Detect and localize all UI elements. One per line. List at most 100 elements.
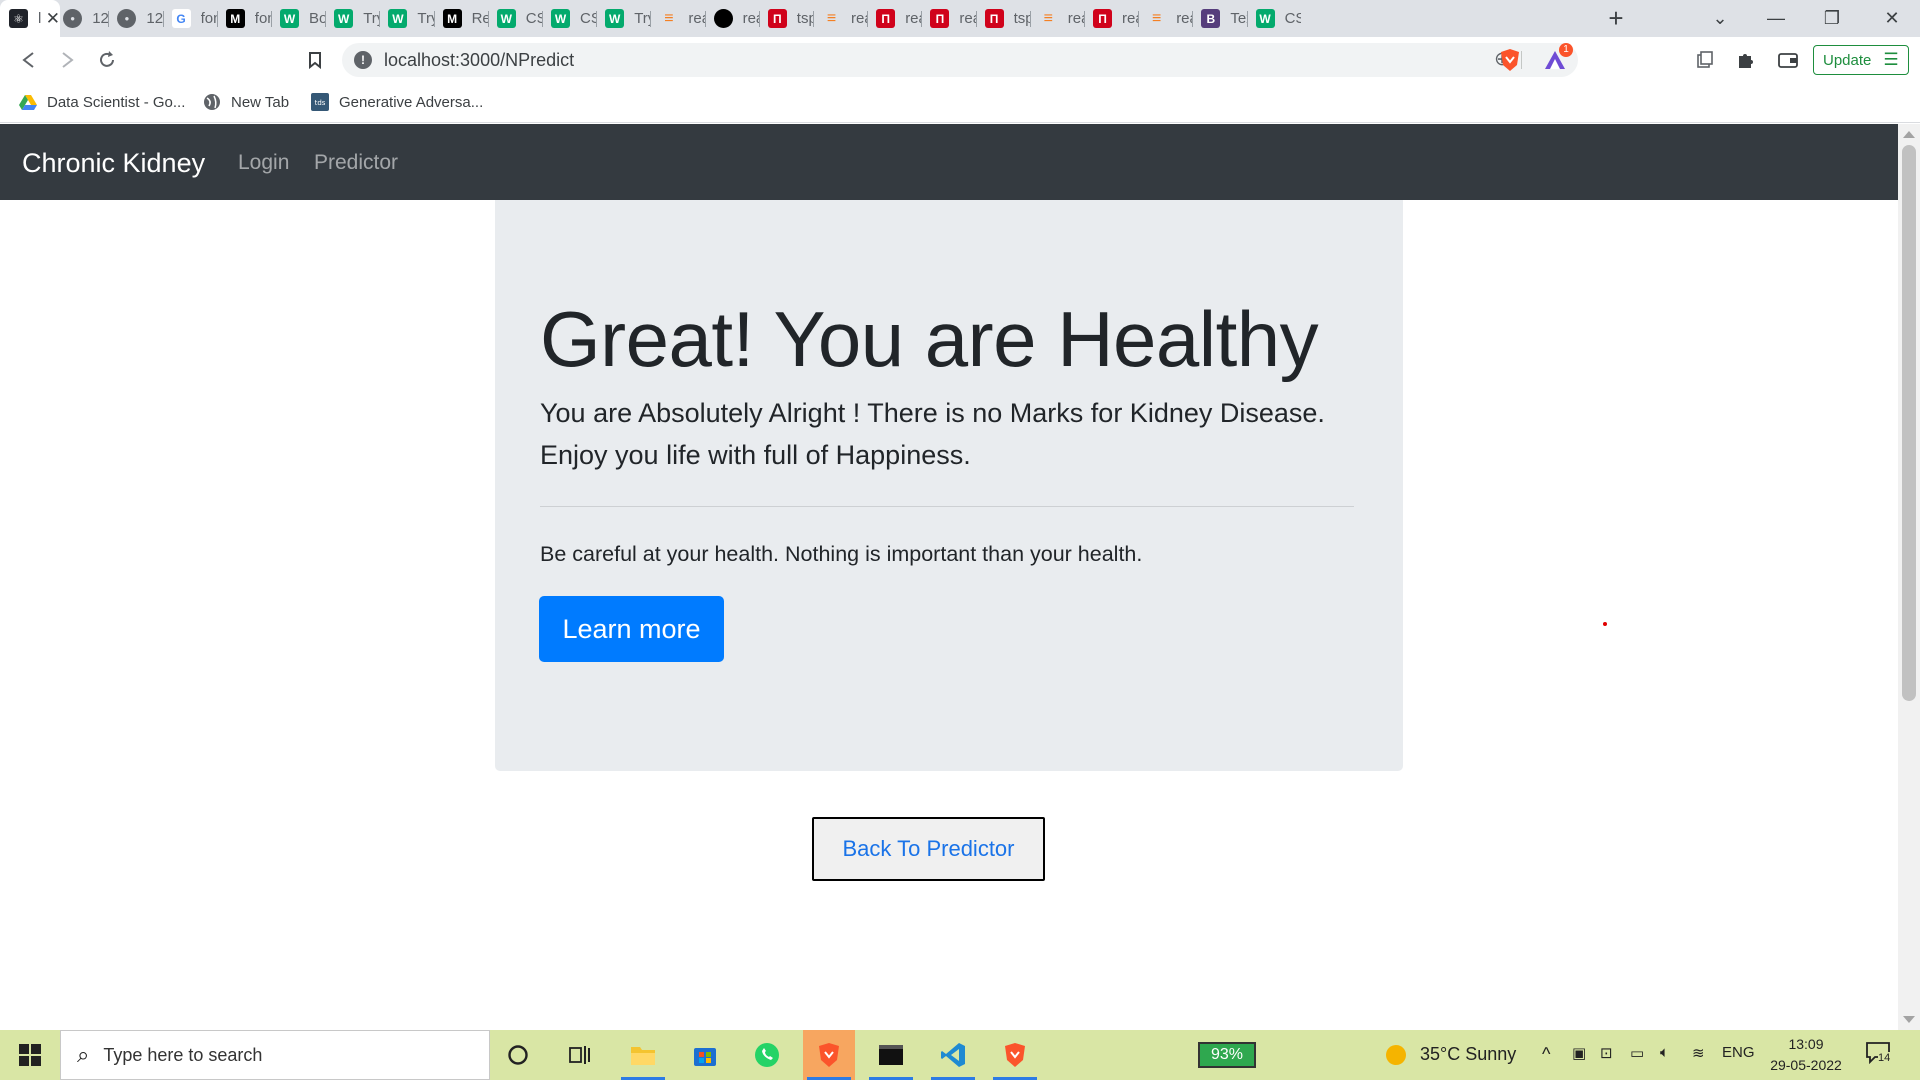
network-adapter-icon[interactable]: ⊡ [1600,1044,1613,1062]
bookmark-data-scientist[interactable]: Data Scientist - Go... [19,93,185,111]
browser-tab[interactable]: ● 127 [54,0,108,37]
battery-indicator[interactable]: 93% [1198,1042,1256,1068]
windows-start-icon[interactable] [0,1030,60,1080]
nav-link-login[interactable]: Login [238,151,289,175]
nav-link-predictor[interactable]: Predictor [314,151,398,175]
browser-tab[interactable]: W CSS [1247,0,1301,37]
chevron-up-icon[interactable]: ^ [1542,1044,1550,1065]
browser-tab[interactable]: ⚛ l ✕ [0,0,60,37]
tab-title: l [38,10,42,27]
notification-center-icon[interactable]: 14 [1866,1042,1892,1066]
brave-shields-icon[interactable] [1497,47,1523,73]
stackoverflow-icon: ≡ [664,9,674,27]
tds-icon: tds [311,93,329,111]
battery-icon[interactable]: ▭ [1630,1044,1644,1062]
stackoverflow-icon: ≡ [1152,9,1162,27]
browser-tab[interactable]: ≡ reac [1030,0,1084,37]
minimize-button[interactable]: — [1748,0,1804,37]
task-view-icon[interactable] [554,1030,606,1080]
browser-tab[interactable]: Пreac [867,0,921,37]
browser-toolbar: ! localhost:3000/NPredict ⊕ 1 Update ☰ [0,37,1920,83]
browser-tab[interactable]: W CSS [488,0,542,37]
wallet-icon[interactable] [1775,47,1801,73]
browser-tab[interactable]: W Tryit [596,0,650,37]
browser-tab[interactable]: ● reac [705,0,759,37]
w3schools-icon: W [334,9,354,28]
microsoft-store-icon[interactable] [679,1030,731,1080]
w3schools-icon: W [1255,9,1275,28]
browser-tab[interactable]: M Resi [434,0,488,37]
terminal-icon[interactable] [865,1030,917,1080]
browser-tab[interactable]: Пtspa [976,0,1030,37]
browser-tab[interactable]: Пreac [1084,0,1138,37]
bookmarks-bar: Data Scientist - Go... New Tab tds Gener… [0,83,1920,123]
reload-icon[interactable] [92,45,122,75]
whatsapp-icon[interactable] [741,1030,793,1080]
brave-browser-taskbar-icon[interactable] [803,1030,855,1080]
browser-tab[interactable]: Пtspa [759,0,813,37]
tab-title: CSS [525,10,542,27]
search-icon: ⌕ [77,1042,90,1067]
tab-title: Resi [471,10,488,27]
svg-text:tds: tds [315,99,326,107]
bookmark-icon[interactable] [300,45,330,75]
browser-tab[interactable]: W Boo [271,0,325,37]
weather-widget[interactable]: 35°C Sunny [1386,1044,1516,1065]
language-indicator[interactable]: ENG [1722,1044,1755,1061]
new-tab-button[interactable]: + [1602,5,1630,33]
forward-icon[interactable] [52,45,82,75]
browser-tab[interactable]: Пreac [921,0,976,37]
browser-tab[interactable]: Gfont [163,0,217,37]
bootstrap-icon: B [1201,9,1221,28]
wifi-icon[interactable]: ≋ [1692,1044,1705,1062]
tab-title: font [254,10,271,27]
close-window-button[interactable]: ✕ [1864,0,1920,37]
browser-tab[interactable]: ● 127 [108,0,163,37]
w3schools-icon: W [280,9,299,28]
page-scrollbar[interactable] [1898,124,1920,1030]
bookmark-new-tab[interactable]: New Tab [203,93,289,111]
scroll-down-icon[interactable] [1903,1016,1915,1023]
browser-tab[interactable]: B Text [1192,0,1247,37]
tab-title: tspa [796,10,813,27]
browser-tab[interactable]: ≡ reac [813,0,867,37]
scrollbar-thumb[interactable] [1902,145,1916,701]
address-bar[interactable]: ! localhost:3000/NPredict ⊕ [342,43,1578,77]
notification-count: 14 [1878,1052,1891,1064]
browser-tab[interactable]: W Tryit [379,0,434,37]
result-advice-text: Be careful at your health. Nothing is im… [540,542,1143,566]
bookmark-generative-adversarial[interactable]: tds Generative Adversa... [311,93,483,111]
tab-title: reac [1122,10,1138,27]
browser-tab[interactable]: ≡ reac [1138,0,1192,37]
browser-tab[interactable]: ≡ reac [650,0,704,37]
navbar-brand[interactable]: Chronic Kidney [22,148,205,179]
back-to-predictor-button[interactable]: Back To Predictor [812,817,1045,881]
restore-button[interactable]: ❐ [1804,0,1860,37]
update-button[interactable]: Update ☰ [1813,45,1909,75]
brave-browser-second-icon[interactable] [989,1030,1041,1080]
volume-icon[interactable]: 🔈︎ [1660,1044,1669,1061]
tab-search-icon[interactable]: ⌄ [1692,0,1748,37]
learn-more-button[interactable]: Learn more [539,596,724,662]
cortana-icon[interactable] [492,1030,544,1080]
divider [540,506,1354,507]
browser-tab[interactable]: W CSS [542,0,596,37]
browser-tab[interactable]: Mfont [217,0,271,37]
url-text[interactable]: localhost:3000/NPredict [384,50,574,71]
taskbar-search-placeholder: Type here to search [103,1044,263,1065]
vscode-icon[interactable] [927,1030,979,1080]
site-info-icon[interactable]: ! [354,51,372,69]
file-explorer-icon[interactable] [617,1030,669,1080]
reading-list-icon[interactable] [1692,47,1718,73]
tab-title: reac [742,10,759,27]
brave-rewards-icon[interactable]: 1 [1543,43,1573,73]
tab-title: reac [688,10,704,27]
browser-tab[interactable]: W Tryit [325,0,379,37]
taskbar-search-box[interactable]: ⌕ Type here to search [60,1030,490,1080]
back-icon[interactable] [14,45,44,75]
taskbar-clock[interactable]: 13:09 29-05-2022 [1760,1034,1852,1076]
rewards-badge: 1 [1559,43,1573,57]
scroll-up-icon[interactable] [1903,131,1915,138]
extensions-icon[interactable] [1733,47,1759,73]
meet-now-icon[interactable]: ▣ [1572,1044,1586,1062]
